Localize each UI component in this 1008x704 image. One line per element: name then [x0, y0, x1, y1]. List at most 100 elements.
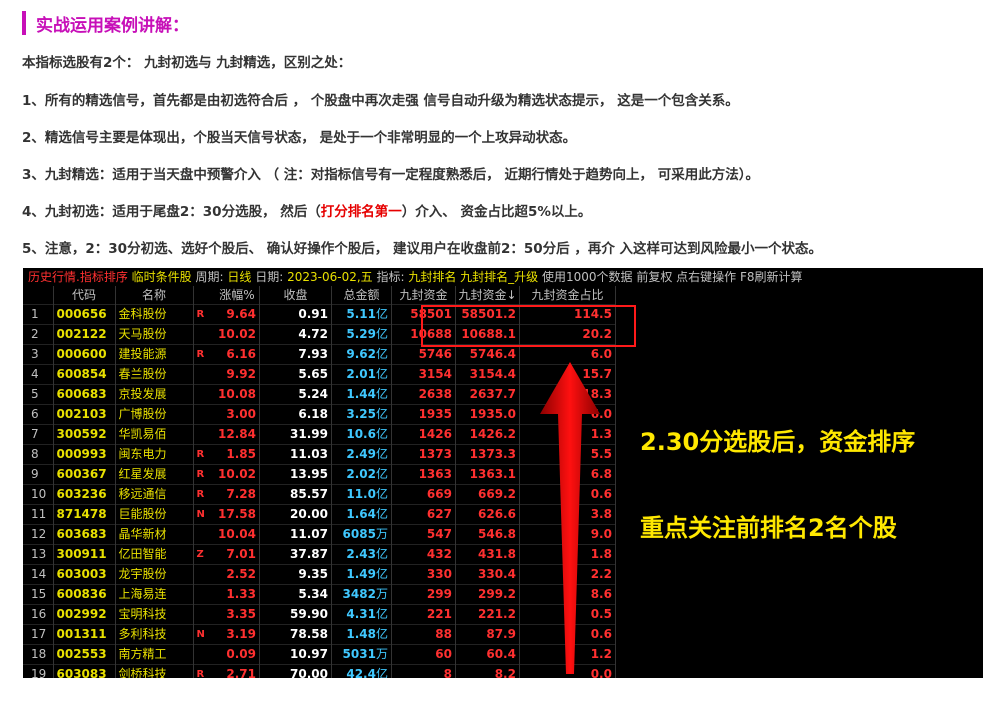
- stock-name: 南方精工: [115, 644, 194, 665]
- change-pct: 12.84: [215, 424, 260, 445]
- total-amount: 2.43亿: [331, 544, 392, 565]
- fund-value-sorted: 221.2: [455, 604, 520, 625]
- amount-value: 3482: [342, 587, 376, 601]
- table-row[interactable]: 5 600683 京投发展 10.08 5.24 1.44亿 2638 2637.7 18.3: [23, 384, 616, 405]
- stock-code: 000600: [53, 344, 116, 365]
- change-pct: 2.71: [215, 664, 260, 678]
- col-fund-sorted-header[interactable]: 九封资金↓: [455, 286, 520, 305]
- fund-value-sorted: 1373.3: [455, 444, 520, 465]
- close-price: 20.00: [259, 504, 332, 525]
- point-4-paragraph: 4、九封初选：适用于尾盘2：30分选股， 然后（打分排名第一）介入、 资金占比超…: [22, 200, 591, 220]
- amount-unit: 亿: [375, 607, 388, 621]
- table-row[interactable]: 7 300592 华凯易佰 12.84 31.99 10.6亿 1426 1426.2 1.3: [23, 424, 616, 445]
- table-row[interactable]: 17 001311 多利科技 N 3.19 78.58 1.48亿 88 87.9 0.6: [23, 624, 616, 645]
- table-row[interactable]: 13 300911 亿田智能 Z 7.01 37.87 2.43亿 432 431.8 1.8: [23, 544, 616, 565]
- change-pct: 3.19: [215, 624, 260, 645]
- stock-flag: [193, 604, 215, 625]
- row-index: 13: [23, 544, 54, 565]
- amount-unit: 亿: [375, 467, 388, 481]
- period-value[interactable]: 日线: [227, 270, 251, 284]
- annotation-line-2: 重点关注前排名2名个股: [640, 514, 897, 542]
- amount-unit: 亿: [375, 327, 388, 341]
- date-value[interactable]: 2023-06-02,五: [287, 270, 373, 284]
- table-row[interactable]: 18 002553 南方精工 0.09 10.97 5031万 60 60.4 1.2: [23, 644, 616, 665]
- fund-value-sorted: 5746.4: [455, 344, 520, 365]
- intro-paragraph: 本指标选股有2个： 九封初选与 九封精选，区别之处：: [22, 55, 352, 71]
- fund-value: 88: [391, 624, 456, 645]
- fund-value: 1363: [391, 464, 456, 485]
- amount-unit: 亿: [375, 667, 388, 678]
- table-row[interactable]: 19 603083 剑桥科技 R 2.71 70.00 42.4亿 8 8.2 0.0: [23, 664, 616, 678]
- stock-name: 龙宇股份: [115, 564, 194, 585]
- mode-label[interactable]: 历史行情.指标排序: [28, 270, 128, 284]
- row-index: 15: [23, 584, 54, 605]
- stock-name: 多利科技: [115, 624, 194, 645]
- fund-value-sorted: 87.9: [455, 624, 520, 645]
- indicator-value[interactable]: 九封排名 九封排名_升级: [408, 270, 538, 284]
- table-row[interactable]: 4 600854 春兰股份 9.92 5.65 2.01亿 3154 3154.4 15.7: [23, 364, 616, 385]
- table-row[interactable]: 2 002122 天马股份 10.02 4.72 5.29亿 10688 10688.1 20.…: [23, 324, 616, 345]
- stock-name: 晶华新材: [115, 524, 194, 545]
- table-row[interactable]: 8 000993 闽东电力 R 1.85 11.03 2.49亿 1373 1373.3 5.5: [23, 444, 616, 465]
- fund-value-sorted: 669.2: [455, 484, 520, 505]
- stock-code: 603236: [53, 484, 116, 505]
- table-row[interactable]: 1 000656 金科股份 R 9.64 0.91 5.11亿 58501 58501.2 114…: [23, 304, 616, 325]
- amount-unit: 万: [375, 527, 388, 541]
- close-price: 13.95: [259, 464, 332, 485]
- total-amount: 2.02亿: [331, 464, 392, 485]
- stock-flag: R: [193, 484, 215, 505]
- total-amount: 3.25亿: [331, 404, 392, 425]
- col-code-header[interactable]: 代码: [53, 286, 116, 305]
- stock-flag: R: [193, 464, 215, 485]
- stock-name: 京投发展: [115, 384, 194, 405]
- amount-unit: 亿: [375, 307, 388, 321]
- total-amount: 10.6亿: [331, 424, 392, 445]
- close-price: 5.34: [259, 584, 332, 605]
- amount-unit: 万: [375, 587, 388, 601]
- change-pct: 3.35: [215, 604, 260, 625]
- row-index: 16: [23, 604, 54, 625]
- table-row[interactable]: 11 871478 巨能股份 N 17.58 20.00 1.64亿 627 626.6 3.8: [23, 504, 616, 525]
- stock-code: 600683: [53, 384, 116, 405]
- fund-value-sorted: 1426.2: [455, 424, 520, 445]
- change-pct: 1.85: [215, 444, 260, 465]
- close-price: 59.90: [259, 604, 332, 625]
- fund-value: 432: [391, 544, 456, 565]
- condition-label[interactable]: 临时条件股: [132, 270, 192, 284]
- table-row[interactable]: 16 002992 宝明科技 3.35 59.90 4.31亿 221 221.2 0.5: [23, 604, 616, 625]
- col-fund-header[interactable]: 九封资金: [391, 286, 456, 305]
- fund-value: 330: [391, 564, 456, 585]
- table-row[interactable]: 9 600367 红星发展 R 10.02 13.95 2.02亿 1363 1363.1 6.8: [23, 464, 616, 485]
- close-price: 5.65: [259, 364, 332, 385]
- amount-unit: 亿: [375, 567, 388, 581]
- table-row[interactable]: 15 600836 上海易连 1.33 5.34 3482万 299 299.2 8.6: [23, 584, 616, 605]
- stock-flag: N: [193, 504, 215, 525]
- row-index: 1: [23, 304, 54, 325]
- close-price: 6.18: [259, 404, 332, 425]
- table-row[interactable]: 3 000600 建投能源 R 6.16 7.93 9.62亿 5746 5746.4 6.0: [23, 344, 616, 365]
- fund-value: 1426: [391, 424, 456, 445]
- table-row[interactable]: 10 603236 移远通信 R 7.28 85.57 11.0亿 669 669.2 0.6: [23, 484, 616, 505]
- table-row[interactable]: 6 002103 广博股份 3.00 6.18 3.25亿 1935 1935.0 6.0: [23, 404, 616, 425]
- table-row[interactable]: 12 603683 晶华新材 10.04 11.07 6085万 547 546.8 9.0: [23, 524, 616, 545]
- total-amount: 1.64亿: [331, 504, 392, 525]
- stock-code: 600854: [53, 364, 116, 385]
- col-change-header[interactable]: 涨幅%: [215, 286, 260, 305]
- amount-value: 5.29: [346, 327, 376, 341]
- row-index: 10: [23, 484, 54, 505]
- fund-value-sorted: 626.6: [455, 504, 520, 525]
- stock-flag: R: [193, 304, 215, 325]
- amount-value: 3.25: [346, 407, 376, 421]
- amount-value: 2.01: [346, 367, 376, 381]
- col-name-header[interactable]: 名称: [115, 286, 194, 305]
- point-4-after: ）介入、 资金占比超5%以上。: [401, 204, 592, 220]
- col-close-header[interactable]: 收盘: [259, 286, 332, 305]
- amount-value: 5031: [342, 647, 376, 661]
- stock-name: 宝明科技: [115, 604, 194, 625]
- col-amount-header[interactable]: 总金额: [331, 286, 392, 305]
- stock-name: 广博股份: [115, 404, 194, 425]
- col-fund-ratio-header[interactable]: 九封资金占比: [519, 286, 616, 305]
- stock-code: 871478: [53, 504, 116, 525]
- fund-value-sorted: 1935.0: [455, 404, 520, 425]
- table-row[interactable]: 14 603003 龙宇股份 2.52 9.35 1.49亿 330 330.4 2.2: [23, 564, 616, 585]
